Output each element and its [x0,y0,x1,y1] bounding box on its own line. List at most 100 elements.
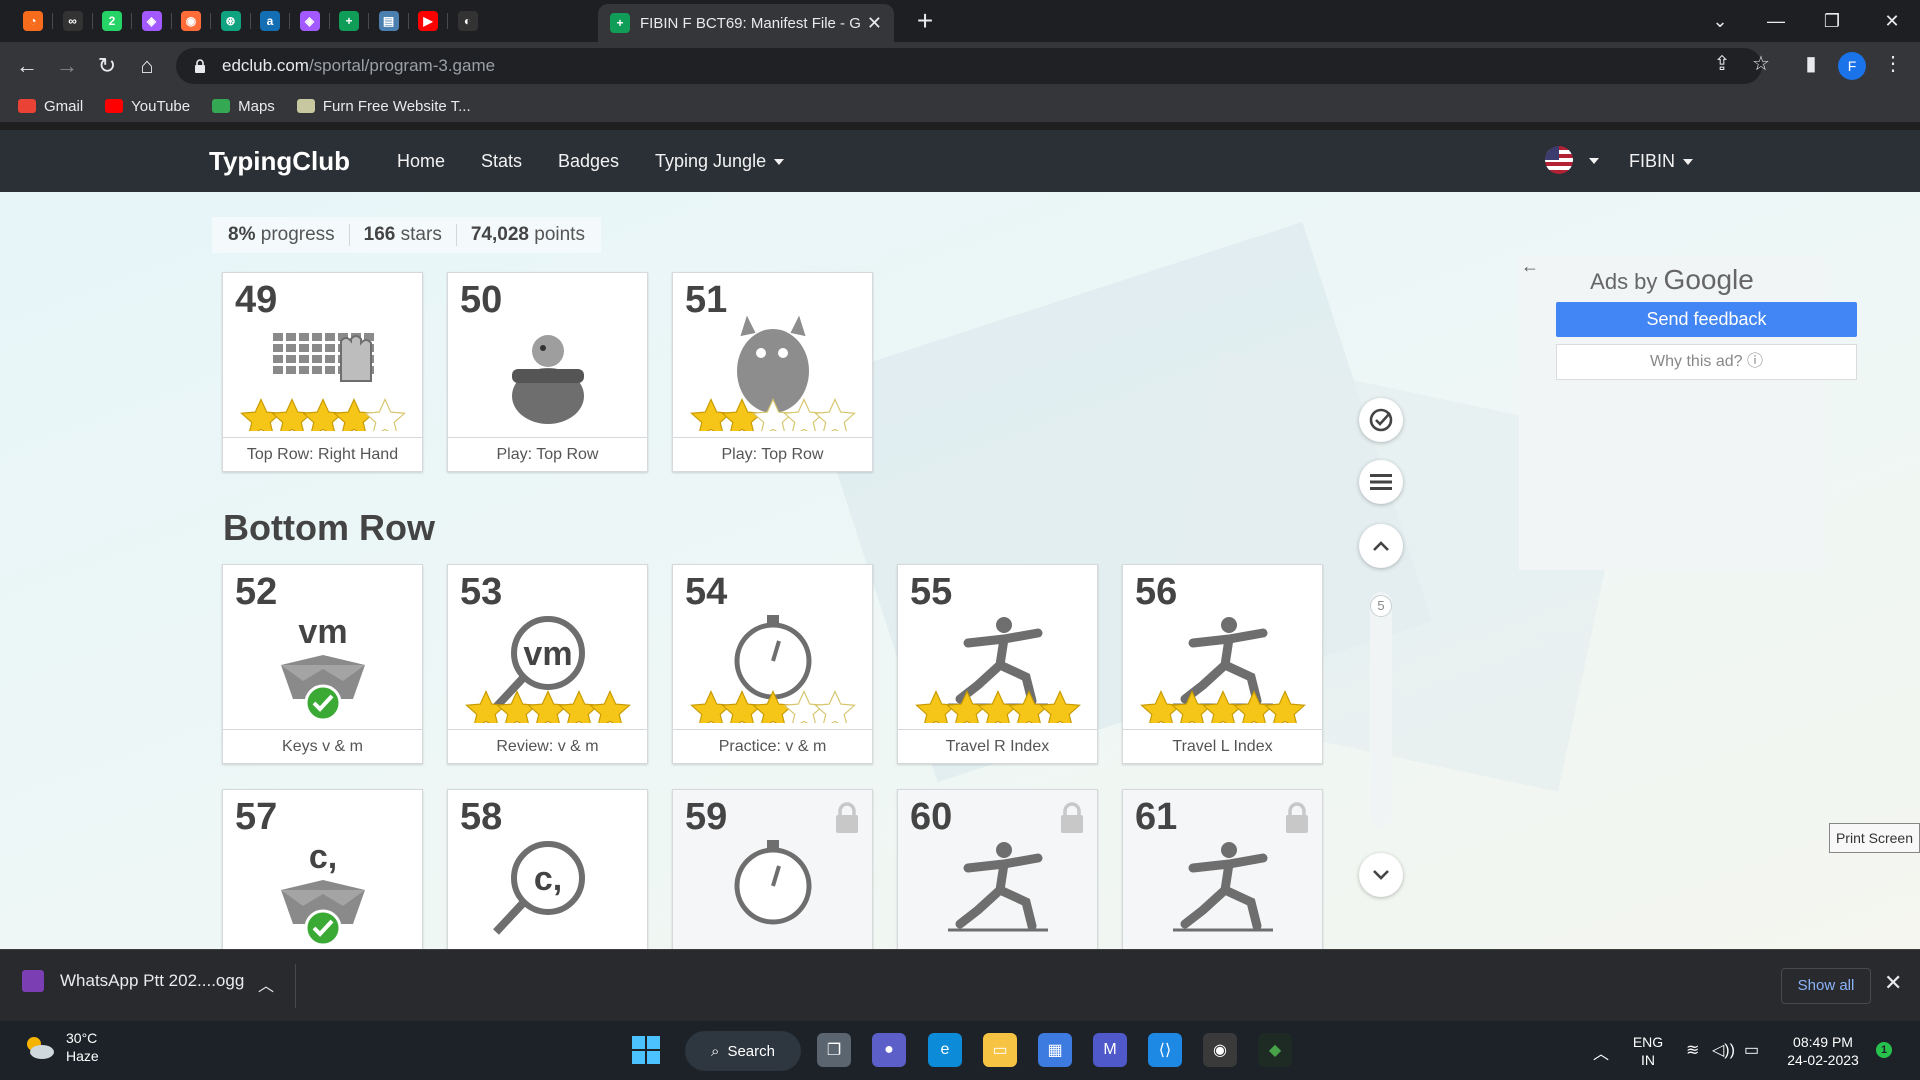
nav-typing-jungle[interactable]: Typing Jungle [655,150,785,172]
pinned-tab[interactable]: ◔ [14,4,52,38]
notification-badge[interactable]: 1 [1876,1042,1892,1058]
pinned-tab[interactable]: a [251,4,289,38]
pinned-tab[interactable]: 2 [93,4,131,38]
section-title: Bottom Row [223,507,435,548]
chatgpt-icon: ⊛ [220,11,241,31]
level-scrollbar[interactable] [1370,592,1392,827]
menu-kebab-icon[interactable]: ⋮ [1878,48,1908,78]
youtube-icon [105,99,124,113]
pinned-tab[interactable]: ◐ [449,4,487,38]
site-logo[interactable]: TypingClub [209,146,350,177]
level-indicator[interactable]: 5 [1370,595,1392,617]
bookmark-label: YouTube [131,97,191,115]
close-window-button[interactable]: ✕ [1864,0,1920,42]
show-all-button[interactable]: Show all [1781,968,1871,1004]
clock[interactable]: 08:49 PM 24-02-2023 [1780,1033,1866,1069]
bookmark-item[interactable]: YouTube [105,98,190,115]
mongodb-icon[interactable]: ◆ [1258,1033,1292,1067]
lesson-card[interactable]: 59 [672,789,873,949]
weather-widget[interactable]: 30°C Haze [22,1029,99,1065]
home-button[interactable]: ⌂ [131,50,163,82]
why-this-ad-button[interactable]: Why this ad? ⓘ [1556,344,1857,380]
pinned-tab[interactable]: ▶ [409,4,447,38]
task-view-icon[interactable]: ❐ [817,1033,851,1067]
active-tab[interactable]: + FIBIN F BCT69: Manifest File - Go ✕ [598,4,894,42]
bookmark-item[interactable]: Furn Free Website T... [296,98,471,115]
star-empty-icon [814,690,856,723]
check-circle-button[interactable] [1359,398,1403,442]
pinned-tab[interactable]: ⊛ [212,4,250,38]
nav-badges[interactable]: Badges [558,151,619,172]
scroll-down-button[interactable] [1359,853,1403,897]
lesson-card[interactable]: 58 c, [447,789,648,949]
lesson-card[interactable]: 61 [1122,789,1323,949]
nav-home[interactable]: Home [397,151,445,172]
chevron-down-icon[interactable] [1589,158,1599,164]
close-tab-icon[interactable]: ✕ [867,13,882,34]
mathway-icon[interactable]: M [1093,1033,1127,1067]
file-explorer-icon[interactable]: ▭ [983,1033,1017,1067]
nav-typing-jungle-label: Typing Jungle [655,150,767,171]
pinned-tab[interactable]: ∞ [54,4,92,38]
lesson-card[interactable]: 55 Travel R Index [897,564,1098,764]
scroll-up-button[interactable] [1359,524,1403,568]
tab-search-icon[interactable]: ⌄ [1692,0,1748,42]
volume-icon[interactable]: ◁)) [1712,1040,1735,1060]
bookmark-item[interactable]: Maps [212,98,275,115]
address-bar[interactable]: edclub.com/sportal/program-3.game [176,48,1762,84]
url-host: edclub.com [222,56,309,75]
teams-chat-icon[interactable]: ● [872,1033,906,1067]
pinned-tab[interactable]: ▤ [370,4,408,38]
forward-button[interactable]: → [51,50,83,82]
browser-tab-strip: ◔ ∞ 2 ◈ ◉ ⊛ a ◈ + ▤ ▶ ◐ + FIBIN F BCT69: Manifest F… [0,0,1920,42]
battery-icon[interactable]: ▭ [1744,1040,1759,1060]
stopwatch-icon [734,840,812,925]
send-feedback-button[interactable]: Send feedback [1556,302,1857,337]
lock-icon [1059,802,1085,839]
taskbar-search-label: Search [727,1042,775,1060]
user-menu[interactable]: FIBIN [1629,151,1694,172]
reload-button[interactable]: ↻ [91,50,123,82]
lesson-card[interactable]: 54 Practice: v & m [672,564,873,764]
pinned-tab[interactable]: ◉ [172,4,210,38]
new-tab-button[interactable]: + [910,6,940,36]
vscode-icon[interactable]: ⟨⟩ [1148,1033,1182,1067]
store-icon[interactable]: ▦ [1038,1033,1072,1067]
lesson-card[interactable]: 57 c, [222,789,423,949]
chevron-up-icon[interactable]: ︿ [258,972,274,996]
windows-start-icon[interactable] [629,1033,663,1067]
maps-icon [212,99,231,113]
profile-avatar[interactable]: F [1838,52,1866,80]
pinned-tab[interactable]: ◈ [133,4,171,38]
bookmark-star-icon[interactable]: ☆ [1746,48,1776,78]
language-indicator[interactable]: ENG IN [1631,1033,1665,1069]
side-panel-icon[interactable]: ▮ [1796,48,1826,78]
restore-button[interactable]: ❐ [1804,0,1860,42]
nav-stats[interactable]: Stats [481,151,522,172]
us-flag-icon[interactable] [1545,146,1573,174]
close-icon[interactable]: ✕ [1884,970,1902,996]
bookmark-item[interactable]: Gmail [18,98,83,115]
lesson-card[interactable]: 50 Play: Top Row [447,272,648,472]
chrome-icon[interactable]: ◉ [1203,1033,1237,1067]
download-item[interactable]: WhatsApp Ptt 202....ogg [22,970,244,992]
lesson-card[interactable]: 52 vm Keys v & m [222,564,423,764]
lesson-card[interactable]: 49 Top Row: Right Hand [222,272,423,472]
lesson-card[interactable]: 51 Play: Top Row [672,272,873,472]
firefox-icon: ◔ [23,11,43,31]
menu-button[interactable] [1359,460,1403,504]
chevron-up-icon[interactable]: ︿ [1593,1040,1609,1064]
lesson-card[interactable]: 56 Travel L Index [1122,564,1323,764]
share-icon[interactable]: ⇪ [1707,48,1737,78]
wifi-icon[interactable]: ≋ [1686,1040,1699,1060]
lesson-card[interactable]: 60 [897,789,1098,949]
lesson-card[interactable]: 53 vm Review: v & m [447,564,648,764]
pinned-tab[interactable]: + [330,4,368,38]
edge-icon[interactable]: e [928,1033,962,1067]
taskbar-search[interactable]: ⌕ Search [685,1031,801,1071]
pinned-tab[interactable]: ◈ [291,4,329,38]
lesson-label: Travel R Index [898,729,1097,763]
minimize-button[interactable]: — [1748,0,1804,42]
back-button[interactable]: ← [11,50,43,82]
weather-condition: Haze [66,1048,99,1064]
